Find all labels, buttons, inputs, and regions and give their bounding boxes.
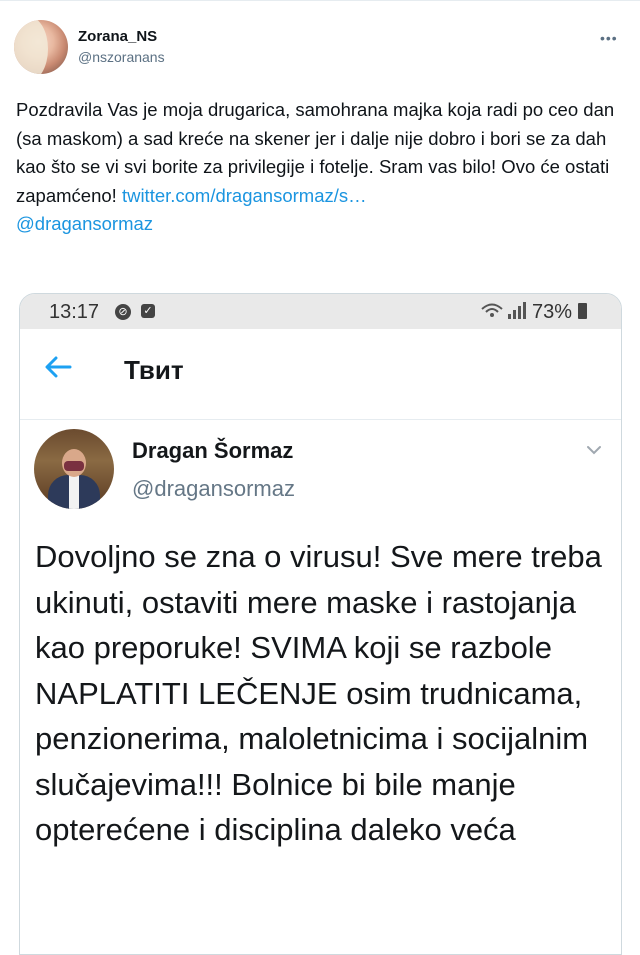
header-title: Твит bbox=[124, 355, 184, 385]
quoted-author-handle[interactable]: @dragansormaz bbox=[132, 476, 295, 502]
tweet-text: Pozdravila Vas je moja drugarica, samohr… bbox=[16, 96, 626, 239]
battery-percent: 73% bbox=[532, 301, 573, 323]
top-divider bbox=[0, 0, 640, 1]
author-display-name[interactable]: Zorana_NS bbox=[78, 28, 157, 45]
avatar-mask bbox=[64, 461, 84, 471]
back-arrow-icon[interactable] bbox=[44, 356, 72, 378]
avatar[interactable] bbox=[14, 20, 68, 74]
tweet-link[interactable]: twitter.com/dragansormaz/s… bbox=[122, 185, 367, 206]
attached-screenshot[interactable]: 13:17 ⊘ ✓ 73% Твит Dragan Šormaz @dragan… bbox=[19, 293, 622, 955]
notification-check-icon: ✓ bbox=[141, 304, 155, 318]
quoted-tweet-text: Dovoljno se zna o virusu! Sve mere treba… bbox=[35, 539, 602, 847]
tweet-mention[interactable]: @dragansormaz bbox=[16, 213, 153, 234]
quoted-author-name[interactable]: Dragan Šormaz bbox=[132, 438, 293, 464]
wifi-signal-icon bbox=[481, 302, 526, 319]
phone-status-bar: 13:17 ⊘ ✓ 73% bbox=[20, 294, 621, 329]
avatar-hair bbox=[14, 20, 48, 74]
data-saver-icon: ⊘ bbox=[115, 304, 131, 320]
status-time: 13:17 bbox=[49, 301, 100, 323]
author-handle[interactable]: @nszoranans bbox=[78, 49, 165, 65]
more-dots-icon[interactable]: ••• bbox=[600, 30, 618, 46]
battery-icon bbox=[578, 303, 587, 319]
tweet-header-bar: Твит bbox=[20, 329, 621, 420]
chevron-down-icon[interactable] bbox=[586, 444, 602, 456]
quoted-author-avatar[interactable] bbox=[34, 429, 114, 509]
avatar-shirt bbox=[69, 475, 79, 509]
